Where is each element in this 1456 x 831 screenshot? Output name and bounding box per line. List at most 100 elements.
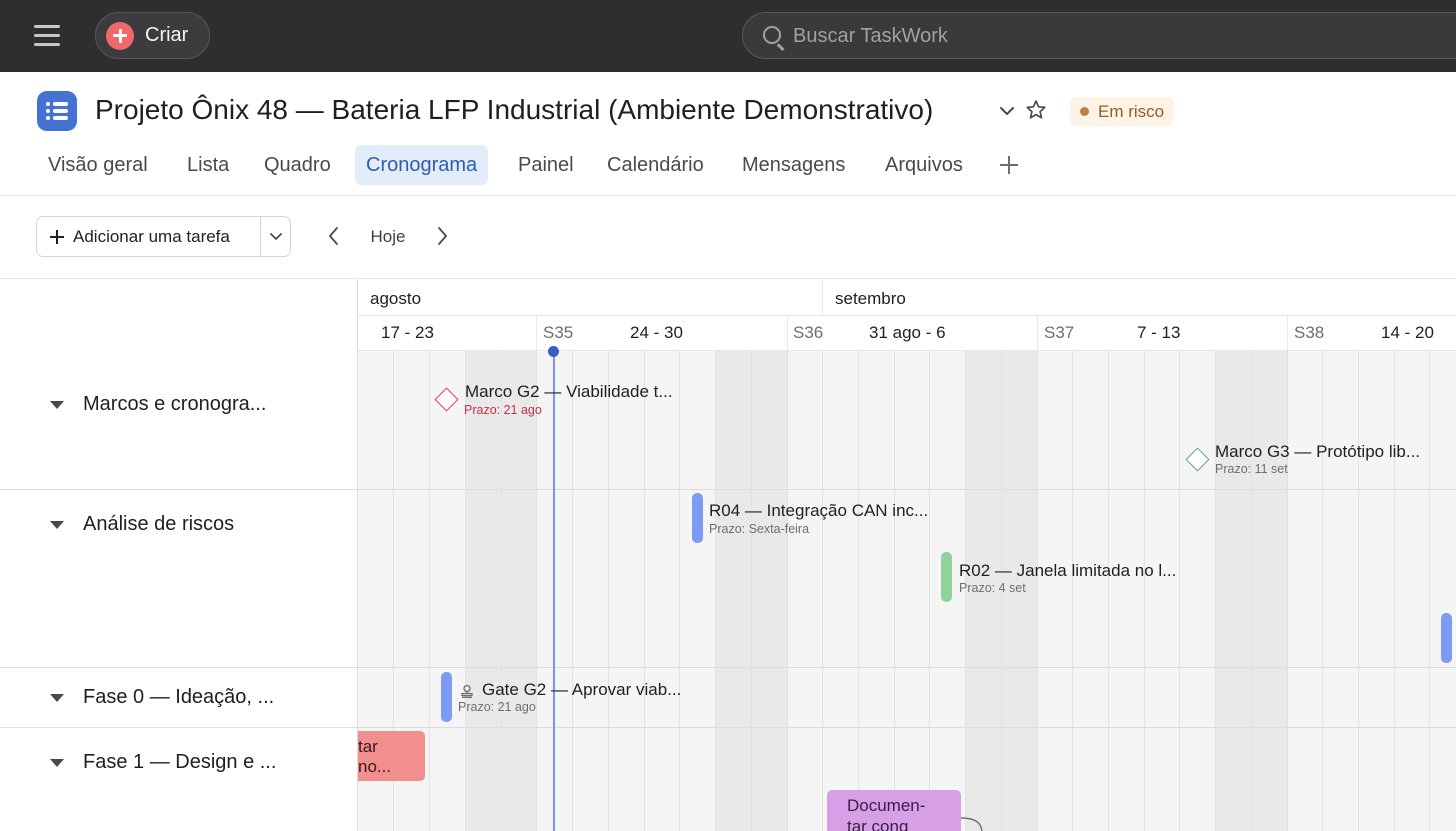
hamburger-icon[interactable] [26,22,68,50]
day-line [1072,351,1073,831]
day-line [1287,351,1288,831]
week-range: 14 - 20 [1381,323,1434,342]
day-line [465,351,466,831]
day-line [644,351,645,831]
caret-down-icon[interactable] [50,694,64,702]
add-task-button[interactable]: Adicionar uma tarefa [37,217,261,256]
task-block-line: no... [358,757,392,776]
day-line [1394,351,1395,831]
task-block-line: tar cong [847,817,909,831]
day-line [608,351,609,831]
section-divider [358,489,1456,490]
week-number: S37 [1044,323,1075,342]
day-line [715,351,716,831]
add-task-split-button: Adicionar uma tarefa [36,216,291,257]
day-line [858,351,859,831]
chevron-down-icon[interactable] [996,100,1018,122]
day-line [429,351,430,831]
week-divider [1037,315,1038,351]
tab-cronograma[interactable]: Cronograma [355,145,489,185]
task-bar[interactable] [941,552,952,602]
day-line [929,351,930,831]
tab-mensagens[interactable]: Mensagens [731,145,856,185]
task-due: Prazo: 21 ago [458,700,536,714]
day-line [679,351,680,831]
task-bar[interactable] [692,493,703,543]
day-line [1144,351,1145,831]
month-label: setembro [835,289,906,308]
section-column: Marcos e cronogra... Análise de riscos F… [0,279,358,831]
day-line [1358,351,1359,831]
section-title[interactable]: Análise de riscos [83,513,234,536]
tab-lista[interactable]: Lista [176,145,240,185]
day-line [572,351,573,831]
task-due: Prazo: 21 ago [464,403,542,417]
week-range: 31 ago - 6 [869,323,946,342]
list-icon [37,91,77,131]
caret-down-icon[interactable] [50,759,64,767]
timeline-grid [358,351,1456,831]
task-due: Prazo: 11 set [1215,462,1288,476]
day-line [822,351,823,831]
chevron-left-icon[interactable] [322,224,346,248]
status-badge[interactable]: Em risco [1070,97,1175,126]
day-line [751,351,752,831]
star-icon[interactable] [1024,98,1048,122]
week-number: S38 [1294,323,1325,342]
header-divider [358,315,1456,316]
task-bar[interactable] [441,672,452,722]
task-title[interactable]: Gate G2 — Aprovar viab... [482,680,681,700]
day-line [787,351,788,831]
status-label: Em risco [1098,101,1165,121]
task-title[interactable]: Marco G3 — Protótipo lib... [1215,442,1420,462]
task-title[interactable]: Marco G2 — Viabilidade t... [465,382,673,402]
search-input[interactable] [793,23,1413,49]
caret-down-icon[interactable] [50,401,64,409]
section-title[interactable]: Marcos e cronogra... [83,393,266,416]
section-row: Fase 1 — Design e ... [0,728,357,831]
create-button-label: Criar [145,24,189,46]
status-dot [1080,107,1089,116]
section-divider [358,667,1456,668]
task-bar[interactable] [1441,613,1452,663]
month-label: agosto [370,289,422,308]
section-title[interactable]: Fase 1 — Design e ... [83,751,276,774]
chevron-right-icon[interactable] [430,224,454,248]
dependency-connector-icon[interactable] [958,815,986,831]
tab-arquivos[interactable]: Arquivos [874,145,974,185]
day-line [1429,351,1430,831]
today-button[interactable]: Hoje [358,222,418,252]
add-tab-icon[interactable] [996,152,1022,178]
plus-circle-icon [106,21,134,50]
search-icon [761,24,787,51]
task-block[interactable]: tar no... [358,731,425,781]
tab-visao-geral[interactable]: Visão geral [37,145,159,185]
search-bar[interactable] [742,12,1456,59]
day-line [894,351,895,831]
chevron-down-icon[interactable] [261,217,291,256]
top-bar: Criar [0,0,1456,72]
day-line [536,351,537,831]
day-line [1179,351,1180,831]
today-line [553,351,555,831]
section-title[interactable]: Fase 0 — Ideação, ... [83,686,274,709]
plus-icon [49,229,65,245]
task-due: Prazo: Sexta-feira [709,522,810,536]
day-line [1322,351,1323,831]
tab-painel[interactable]: Painel [507,145,585,185]
task-title[interactable]: R02 — Janela limitada no l... [959,561,1176,581]
task-title[interactable]: R04 — Integração CAN inc... [709,501,928,521]
task-block[interactable]: Documen- tar cong [827,790,961,831]
tab-quadro[interactable]: Quadro [253,145,342,185]
week-divider [1287,315,1288,351]
week-range: 17 - 23 [381,323,434,342]
tab-calendario[interactable]: Calendário [596,145,715,185]
section-row: Fase 0 — Ideação, ... [0,668,357,728]
week-divider [536,315,537,351]
create-button[interactable]: Criar [95,12,210,59]
today-marker [548,346,559,357]
task-due: Prazo: 4 set [959,581,1026,595]
section-row: Marcos e cronogra... [0,351,357,490]
caret-down-icon[interactable] [50,521,64,529]
week-divider [787,315,788,351]
